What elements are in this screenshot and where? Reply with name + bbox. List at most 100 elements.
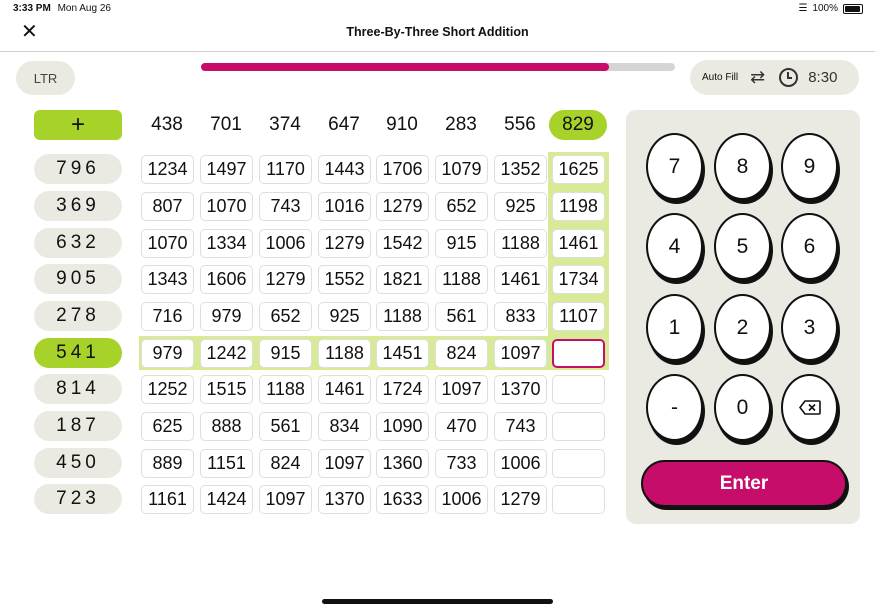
- answer-cell[interactable]: 824: [259, 449, 312, 478]
- answer-cell[interactable]: 652: [259, 302, 312, 331]
- answer-cell[interactable]: 1625: [552, 155, 605, 184]
- answer-cell[interactable]: 979: [200, 302, 253, 331]
- answer-cell[interactable]: 1188: [318, 339, 371, 368]
- answer-cell[interactable]: 1279: [318, 229, 371, 258]
- answer-cell[interactable]: 1724: [376, 375, 429, 404]
- answer-cell[interactable]: 1370: [494, 375, 547, 404]
- keypad-key[interactable]: 5: [714, 213, 771, 280]
- answer-cell[interactable]: 1461: [494, 265, 547, 294]
- answer-cell[interactable]: 733: [435, 449, 488, 478]
- answer-cell[interactable]: 1734: [552, 265, 605, 294]
- answer-cell[interactable]: 1170: [259, 155, 312, 184]
- answer-cell[interactable]: 1606: [200, 265, 253, 294]
- answer-cell[interactable]: [552, 412, 605, 441]
- answer-cell[interactable]: 625: [141, 412, 194, 441]
- answer-cell[interactable]: 1360: [376, 449, 429, 478]
- keypad-key[interactable]: 0: [714, 374, 771, 441]
- answer-cell[interactable]: 1151: [200, 449, 253, 478]
- answer-cell[interactable]: 1633: [376, 485, 429, 514]
- answer-cell[interactable]: 833: [494, 302, 547, 331]
- answer-cell[interactable]: 1079: [435, 155, 488, 184]
- active-answer-cell[interactable]: [552, 339, 605, 368]
- keypad-key[interactable]: 7: [646, 133, 703, 200]
- answer-cell[interactable]: [552, 449, 605, 478]
- enter-button[interactable]: Enter: [641, 460, 847, 507]
- answer-cell[interactable]: 1821: [376, 265, 429, 294]
- swap-arrows-icon[interactable]: ⇄: [750, 67, 765, 88]
- answer-cell[interactable]: [552, 485, 605, 514]
- keypad-key[interactable]: 3: [781, 294, 838, 361]
- answer-cell[interactable]: 1016: [318, 192, 371, 221]
- answer-cell[interactable]: 1107: [552, 302, 605, 331]
- answer-cell[interactable]: 1451: [376, 339, 429, 368]
- answer-cell[interactable]: 1006: [494, 449, 547, 478]
- keypad-key[interactable]: 2: [714, 294, 771, 361]
- answer-cell[interactable]: 1188: [494, 229, 547, 258]
- answer-cell[interactable]: 1343: [141, 265, 194, 294]
- keypad-key[interactable]: -: [646, 374, 703, 441]
- answer-cell[interactable]: 561: [259, 412, 312, 441]
- answer-cell[interactable]: [552, 375, 605, 404]
- answer-cell[interactable]: 1097: [318, 449, 371, 478]
- answer-cell[interactable]: 1188: [259, 375, 312, 404]
- answer-cell[interactable]: 652: [435, 192, 488, 221]
- answer-cell[interactable]: 1424: [200, 485, 253, 514]
- answer-cell[interactable]: 1279: [376, 192, 429, 221]
- answer-cell[interactable]: 1188: [435, 265, 488, 294]
- answer-cell[interactable]: 1161: [141, 485, 194, 514]
- answer-cell[interactable]: 1370: [318, 485, 371, 514]
- answer-cell[interactable]: 1461: [318, 375, 371, 404]
- answer-cell[interactable]: 561: [435, 302, 488, 331]
- answer-cell[interactable]: 1552: [318, 265, 371, 294]
- answer-cell[interactable]: 807: [141, 192, 194, 221]
- answer-cell[interactable]: 1198: [552, 192, 605, 221]
- answer-cell[interactable]: 1497: [200, 155, 253, 184]
- answer-cell[interactable]: 1461: [552, 229, 605, 258]
- answer-cell[interactable]: 889: [141, 449, 194, 478]
- answer-cell[interactable]: 1006: [435, 485, 488, 514]
- keypad-key[interactable]: 8: [714, 133, 771, 200]
- answer-cell[interactable]: 1515: [200, 375, 253, 404]
- answer-cell[interactable]: 915: [435, 229, 488, 258]
- answer-cell[interactable]: 1097: [494, 339, 547, 368]
- answer-cell[interactable]: 1443: [318, 155, 371, 184]
- answer-cell[interactable]: 1070: [141, 229, 194, 258]
- answer-cell[interactable]: 1542: [376, 229, 429, 258]
- answer-cell[interactable]: 979: [141, 339, 194, 368]
- auto-fill-label[interactable]: Auto Fill: [702, 72, 738, 83]
- answer-cell[interactable]: 915: [259, 339, 312, 368]
- answer-cell[interactable]: 1252: [141, 375, 194, 404]
- row-label: 450: [34, 448, 122, 478]
- answer-cell[interactable]: 1090: [376, 412, 429, 441]
- answer-cell[interactable]: 1279: [259, 265, 312, 294]
- answer-cell[interactable]: 716: [141, 302, 194, 331]
- answer-cell[interactable]: 1352: [494, 155, 547, 184]
- answer-cell[interactable]: 834: [318, 412, 371, 441]
- answer-cell[interactable]: 824: [435, 339, 488, 368]
- answer-cell[interactable]: 1234: [141, 155, 194, 184]
- answer-cell[interactable]: 1334: [200, 229, 253, 258]
- answer-cell[interactable]: 1070: [200, 192, 253, 221]
- backspace-key[interactable]: [781, 374, 838, 441]
- keypad-key[interactable]: 9: [781, 133, 838, 200]
- keypad-key[interactable]: 1: [646, 294, 703, 361]
- answer-cell[interactable]: 1279: [494, 485, 547, 514]
- answer-cell[interactable]: 1188: [376, 302, 429, 331]
- answer-cell[interactable]: 743: [494, 412, 547, 441]
- status-bar-time: 3:33 PM Mon Aug 26: [13, 3, 111, 14]
- answer-cell[interactable]: 1097: [435, 375, 488, 404]
- keypad-key[interactable]: 4: [646, 213, 703, 280]
- keypad-key[interactable]: 6: [781, 213, 838, 280]
- direction-toggle-button[interactable]: LTR: [16, 61, 75, 95]
- answer-cell[interactable]: 470: [435, 412, 488, 441]
- answer-cell[interactable]: 1706: [376, 155, 429, 184]
- answer-cell[interactable]: 1097: [259, 485, 312, 514]
- answer-cell[interactable]: 888: [200, 412, 253, 441]
- answer-cell[interactable]: 743: [259, 192, 312, 221]
- answer-cell[interactable]: 1006: [259, 229, 312, 258]
- operator-button[interactable]: +: [34, 110, 122, 140]
- answer-cell[interactable]: 925: [494, 192, 547, 221]
- answer-cell[interactable]: 925: [318, 302, 371, 331]
- answer-cell[interactable]: 1242: [200, 339, 253, 368]
- title-bar: ✕ Three-By-Three Short Addition: [0, 14, 875, 52]
